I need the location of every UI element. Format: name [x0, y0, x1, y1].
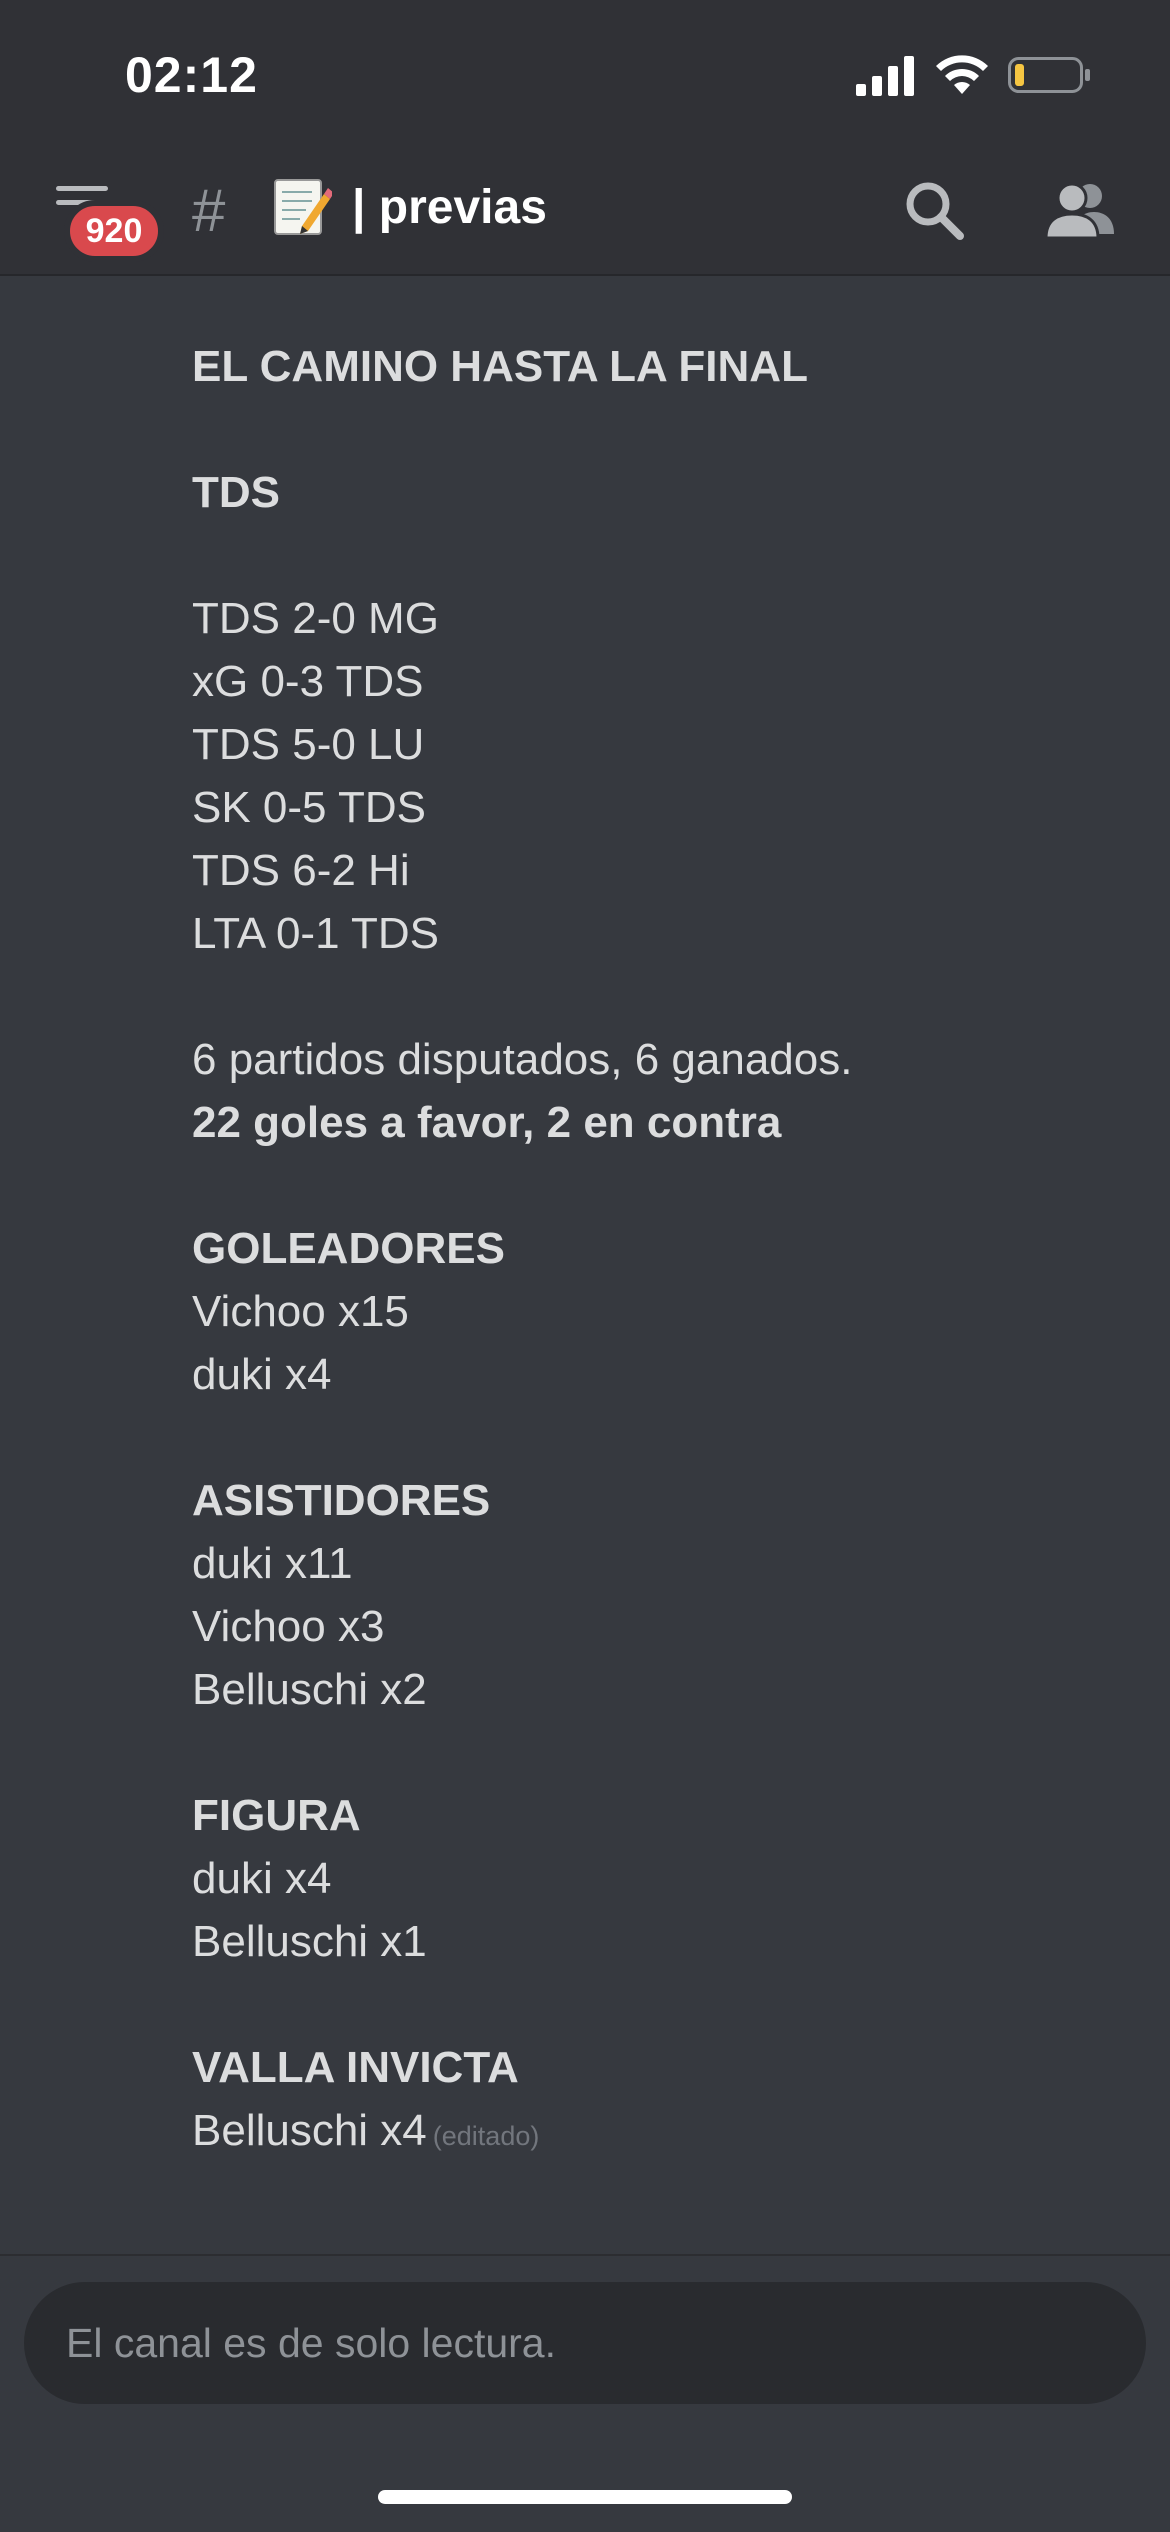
result-line: xG 0-3 TDS: [192, 657, 424, 706]
team-heading: TDS: [192, 468, 280, 517]
result-line: LTA 0-1 TDS: [192, 909, 439, 958]
scorer-item: duki x4: [192, 1350, 332, 1399]
assist-item: Belluschi x2: [192, 1665, 427, 1714]
cleansheet-heading: VALLA INVICTA: [192, 2043, 519, 2092]
channel-title: | previas: [352, 181, 547, 234]
notification-badge: 920: [64, 200, 164, 262]
assist-item: Vichoo x3: [192, 1602, 385, 1651]
cleansheet-line: Belluschi x4 (editado): [192, 2099, 1112, 2162]
cellular-signal-icon: [856, 56, 914, 96]
memo-icon: [274, 179, 332, 235]
readonly-text: El canal es de solo lectura.: [66, 2320, 556, 2366]
search-icon[interactable]: [902, 178, 966, 242]
assist-item: duki x11: [192, 1539, 353, 1588]
result-line: TDS 2-0 MG: [192, 594, 439, 643]
figure-heading: FIGURA: [192, 1791, 361, 1840]
result-line: SK 0-5 TDS: [192, 783, 426, 832]
status-time: 02:12: [125, 47, 258, 103]
readonly-message-bar: El canal es de solo lectura.: [24, 2282, 1146, 2404]
hash-icon: #: [192, 177, 226, 244]
channel-header: 920 # | previas: [0, 140, 1170, 276]
figure-item: duki x4: [192, 1854, 332, 1903]
menu-button[interactable]: 920: [50, 186, 164, 262]
battery-icon: [1008, 57, 1090, 93]
message-content: EL CAMINO HASTA LA FINAL TDS TDS 2-0 MG …: [192, 335, 1112, 2162]
members-icon[interactable]: [1044, 178, 1116, 242]
result-line: TDS 5-0 LU: [192, 720, 425, 769]
status-bar: 02:12: [0, 0, 1170, 140]
screen: 02:12 920 # | previas EL CAMINO HASTA LA…: [0, 0, 1170, 2532]
figure-item: Belluschi x1: [192, 1917, 427, 1966]
edited-label: (editado): [432, 2121, 540, 2151]
cleansheet-item: Belluschi x4: [192, 2106, 427, 2155]
scorers-heading: GOLEADORES: [192, 1224, 505, 1273]
assists-heading: ASISTIDORES: [192, 1476, 491, 1525]
wifi-icon: [936, 55, 988, 94]
scorer-item: Vichoo x15: [192, 1287, 409, 1336]
summary-line: 6 partidos disputados, 6 ganados.: [192, 1035, 853, 1084]
goals-line: 22 goles a favor, 2 en contra: [192, 1098, 782, 1147]
message-title: EL CAMINO HASTA LA FINAL: [192, 342, 808, 391]
home-indicator[interactable]: [378, 2490, 792, 2504]
divider: [0, 2254, 1170, 2256]
result-line: TDS 6-2 Hi: [192, 846, 410, 895]
